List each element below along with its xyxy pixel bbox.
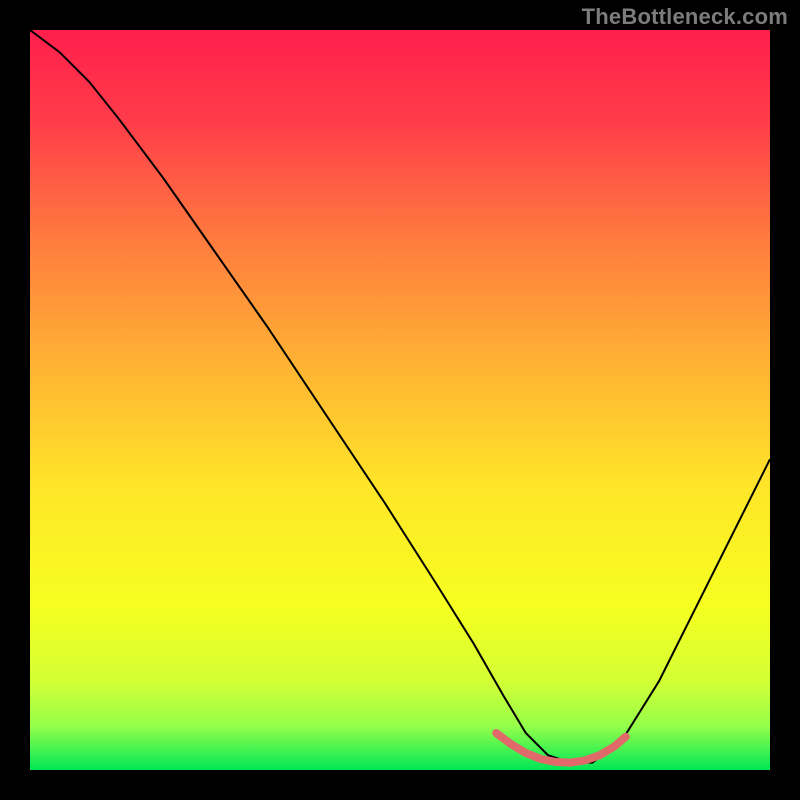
watermark-text: TheBottleneck.com [582, 4, 788, 30]
chart-frame: TheBottleneck.com [0, 0, 800, 800]
gradient-background [30, 30, 770, 770]
plot-area [30, 30, 770, 770]
chart-svg [30, 30, 770, 770]
